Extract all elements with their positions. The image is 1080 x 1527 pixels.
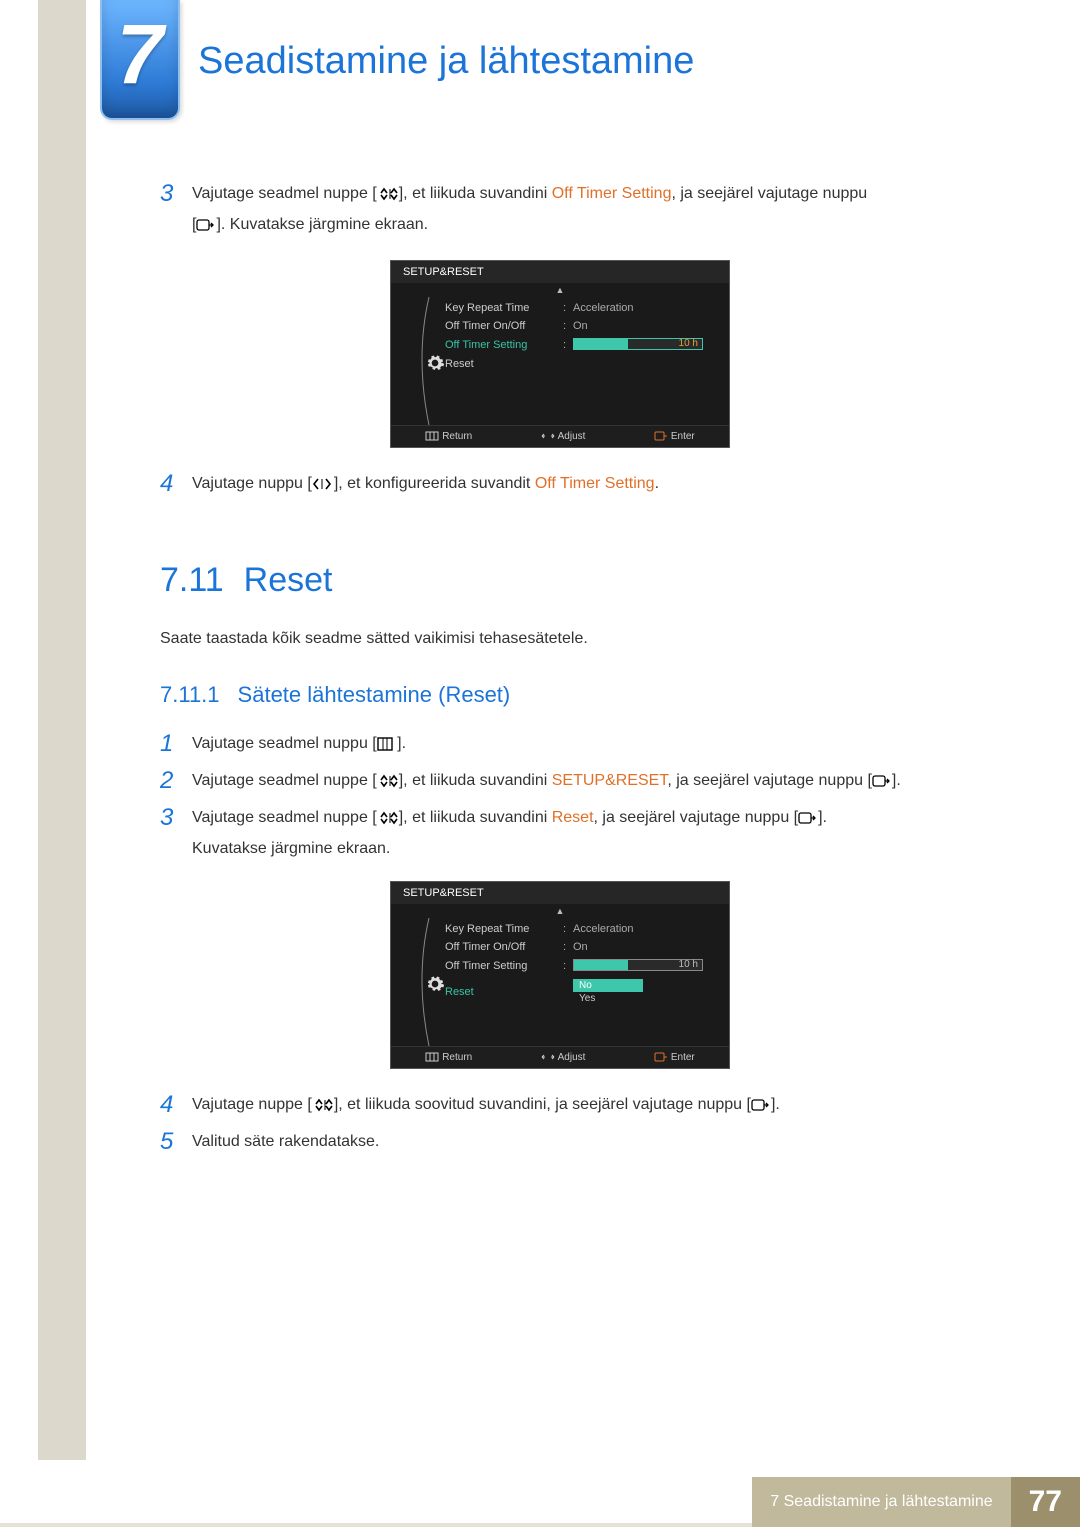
subsection-number: 7.11.1 — [160, 682, 220, 708]
step-text: Vajutage seadmel nuppe [], et liikuda su… — [192, 804, 827, 863]
step-number: 4 — [160, 470, 192, 501]
osd-dropdown-selected: No — [573, 979, 643, 992]
osd-screenshot-off-timer: SETUP&RESET ▲ Key Repeat Time : Accelera… — [390, 260, 730, 448]
osd-menu-list: Key Repeat Time : Acceleration Off Timer… — [445, 297, 729, 413]
enter-icon — [872, 770, 892, 798]
updown-icon — [377, 807, 399, 835]
osd-row-active: Off Timer Setting : 10 h — [445, 335, 729, 355]
section-number: 7.11 — [160, 561, 224, 600]
osd-row: Reset — [445, 355, 729, 373]
step-text: Valitud säte rakendatakse. — [192, 1128, 379, 1156]
step-text: Vajutage seadmel nuppe [], et liikuda su… — [192, 180, 867, 242]
step-row: 4 Vajutage nuppe [], et liikuda soovitud… — [160, 1091, 960, 1122]
osd-row: Key Repeat Time : Acceleration — [445, 920, 729, 938]
step-row: 5 Valitud säte rakendatakse. — [160, 1128, 960, 1156]
step-row: 3 Vajutage seadmel nuppe [], et liikuda … — [160, 804, 960, 863]
osd-menu-list: Key Repeat Time : Acceleration Off Timer… — [445, 918, 729, 1034]
osd-adjust-hint: Adjust — [541, 431, 586, 442]
step-number: 4 — [160, 1091, 192, 1122]
osd-row: Off Timer On/Off : On — [445, 317, 729, 335]
updown-icon — [312, 1094, 334, 1122]
footer-page-number: 77 — [1011, 1477, 1080, 1527]
highlight: SETUP&RESET — [552, 772, 668, 789]
section-heading: 7.11 Reset — [160, 561, 960, 600]
osd-curve-decor — [391, 297, 445, 413]
step-number: 3 — [160, 804, 192, 863]
leftright-icon — [312, 473, 334, 501]
step-row: 3 Vajutage seadmel nuppe [], et liikuda … — [160, 180, 960, 242]
enter-icon — [196, 214, 216, 242]
osd-return-hint: Return — [425, 431, 472, 442]
osd-footer: Return Adjust Enter — [391, 425, 729, 447]
slider-bar: 10 h — [573, 959, 703, 971]
osd-title: SETUP&RESET — [391, 882, 729, 904]
section-title: Reset — [244, 561, 333, 600]
osd-screenshot-reset: SETUP&RESET ▲ Key Repeat Time : Accelera… — [390, 881, 730, 1069]
footer-chapter-ref: 7 Seadistamine ja lähtestamine — [752, 1477, 1010, 1527]
osd-row: Off Timer On/Off : On — [445, 938, 729, 956]
page-footer: 7 Seadistamine ja lähtestamine 77 — [0, 1477, 1080, 1527]
osd-enter-hint: Enter — [654, 431, 695, 442]
osd-dropdown-option: Yes — [573, 993, 643, 1004]
updown-icon — [377, 183, 399, 211]
gear-icon — [407, 353, 427, 373]
step-text: Vajutage nuppe [], et liikuda soovitud s… — [192, 1091, 780, 1122]
gear-icon — [407, 974, 427, 994]
footer-rule — [0, 1523, 752, 1527]
osd-up-arrow-icon: ▲ — [391, 904, 729, 916]
highlight: Off Timer Setting — [535, 475, 655, 492]
step-text: Vajutage seadmel nuppu [ ]. — [192, 730, 406, 761]
osd-row: Key Repeat Time : Acceleration — [445, 299, 729, 317]
step-row: 4 Vajutage nuppu [], et konfigureerida s… — [160, 470, 960, 501]
highlight: Reset — [552, 809, 594, 826]
subsection-heading: 7.11.1 Sätete lähtestamine (Reset) — [160, 682, 960, 708]
osd-row-active: Reset No Yes — [445, 976, 729, 1007]
osd-curve-decor — [391, 918, 445, 1034]
step-row: 2 Vajutage seadmel nuppe [], et liikuda … — [160, 767, 960, 798]
slider-bar: 10 h — [573, 338, 703, 350]
osd-row: Off Timer Setting : 10 h — [445, 956, 729, 976]
subsection-title: Sätete lähtestamine (Reset) — [238, 682, 511, 708]
osd-title: SETUP&RESET — [391, 261, 729, 283]
osd-up-arrow-icon: ▲ — [391, 283, 729, 295]
left-margin-stripe — [38, 0, 86, 1460]
osd-footer: Return Adjust Enter — [391, 1046, 729, 1068]
step-text: Vajutage nuppu [], et konfigureerida suv… — [192, 470, 659, 501]
osd-return-hint: Return — [425, 1052, 472, 1063]
chapter-number: 7 — [117, 7, 164, 101]
step-number: 2 — [160, 767, 192, 798]
updown-icon — [377, 770, 399, 798]
page-content: 3 Vajutage seadmel nuppe [], et liikuda … — [160, 180, 960, 1162]
menu-icon — [377, 733, 393, 761]
chapter-badge: 7 — [100, 0, 180, 120]
step-row: 1 Vajutage seadmel nuppu [ ]. — [160, 730, 960, 761]
osd-adjust-hint: Adjust — [541, 1052, 586, 1063]
chapter-title: Seadistamine ja lähtestamine — [198, 40, 694, 83]
step-number: 3 — [160, 180, 192, 242]
step-text: Vajutage seadmel nuppe [], et liikuda su… — [192, 767, 901, 798]
step-number: 5 — [160, 1128, 192, 1156]
enter-icon — [798, 807, 818, 835]
enter-icon — [751, 1094, 771, 1122]
highlight: Off Timer Setting — [552, 185, 672, 202]
section-intro: Saate taastada kõik seadme sätted vaikim… — [160, 630, 960, 648]
step-number: 1 — [160, 730, 192, 761]
osd-enter-hint: Enter — [654, 1052, 695, 1063]
